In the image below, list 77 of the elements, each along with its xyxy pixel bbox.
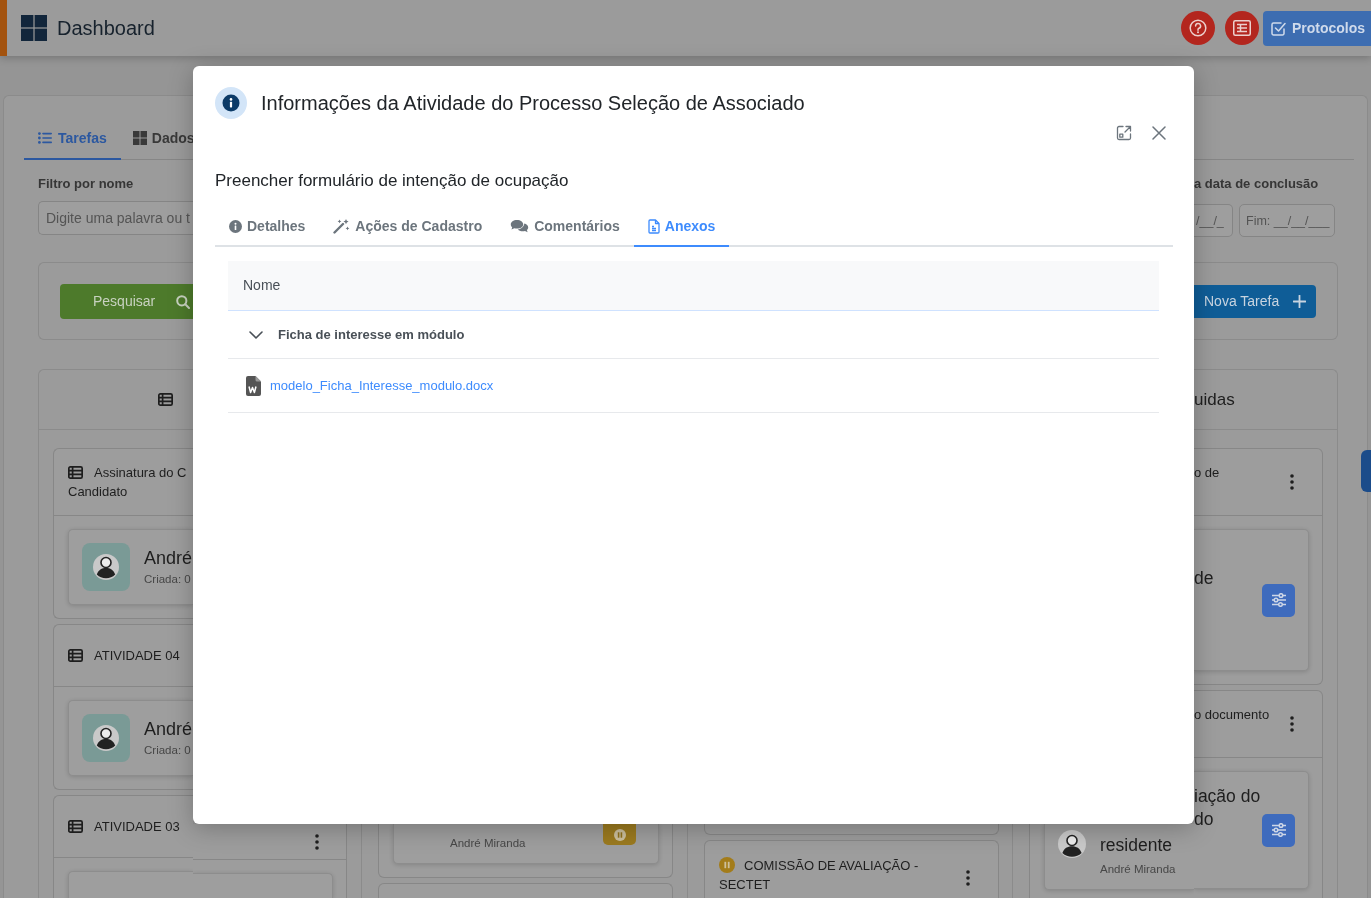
more-icon <box>966 870 970 886</box>
dialog-tab[interactable]: Detalhes <box>215 205 320 247</box>
expand-icon <box>1116 125 1132 141</box>
info-icon <box>229 219 242 233</box>
task-heading: André <box>144 547 193 569</box>
close-button[interactable] <box>1152 126 1166 140</box>
task-detail: Criada: 0 <box>144 743 192 758</box>
task-detail: André Miranda <box>450 836 526 851</box>
settings-button[interactable] <box>1262 813 1295 847</box>
page-tab[interactable]: Tarefas <box>24 118 121 160</box>
brand-strip <box>0 0 7 56</box>
card-title: o de <box>1194 464 1221 482</box>
column-header: Nome <box>243 276 281 295</box>
word-file-icon <box>246 375 261 396</box>
task-detail: André Miranda <box>1100 862 1176 877</box>
card-title: COMISSÃO DE AVALIAÇÃO - SECTET <box>719 858 919 892</box>
side-panel-tab[interactable] <box>1361 450 1371 492</box>
avatar-icon <box>82 543 130 591</box>
checkbox-icon <box>1270 20 1286 36</box>
comments-icon <box>510 219 530 233</box>
card-title: ATIVIDADE 03 <box>94 819 180 834</box>
more-icon <box>315 833 319 850</box>
table-icon <box>1232 20 1251 36</box>
plus-icon <box>1293 295 1307 308</box>
group-name: Ficha de interesse em módulo <box>278 325 465 344</box>
task-heading: de <box>1194 567 1215 590</box>
settings-button[interactable] <box>1262 583 1295 617</box>
task-heading: André <box>144 718 193 740</box>
dialog-tab[interactable]: Anexos <box>633 205 730 247</box>
avatar-icon <box>1058 830 1086 858</box>
pause-icon <box>613 828 626 841</box>
card-title: ATIVIDADE 04 <box>94 648 180 663</box>
start-date-field[interactable]: /__/_ <box>1194 204 1233 237</box>
file-icon <box>647 218 660 234</box>
grid-logo-icon <box>21 15 47 41</box>
search-icon <box>176 294 191 309</box>
task-heading: do <box>1194 808 1215 831</box>
help-button[interactable] <box>1180 11 1215 45</box>
help-icon <box>1188 19 1207 37</box>
close-icon <box>1152 126 1166 140</box>
table-icon <box>68 649 83 662</box>
filter-label: Filtro por nome <box>38 176 135 192</box>
card-title: o documento <box>1194 706 1271 724</box>
dialog-tab[interactable]: Ações de Cadastro <box>319 205 497 247</box>
activity-name: Preencher formulário de intenção de ocupação <box>215 170 570 192</box>
task-heading: residente <box>1100 834 1173 856</box>
table-icon <box>68 466 83 479</box>
card-title: Candidato <box>68 484 128 499</box>
column-title: uidas <box>1194 388 1235 411</box>
end-date-field[interactable]: Fim: __/__/___ <box>1239 204 1335 237</box>
task-detail: Criada: 0 <box>144 572 192 587</box>
sliders-icon <box>1270 823 1287 837</box>
expand-button[interactable] <box>1116 125 1132 141</box>
avatar-icon <box>82 714 130 762</box>
grid-icon <box>132 131 147 145</box>
task-heading: iação do <box>1194 785 1262 808</box>
page-title: Dashboard <box>57 16 155 40</box>
file-link[interactable]: modelo_Ficha_Interesse_modulo.docx <box>270 375 494 396</box>
table-icon <box>68 820 83 833</box>
table-icon <box>158 393 173 406</box>
filter-label: a data de conclusão <box>1194 176 1320 192</box>
more-icon <box>1290 474 1294 490</box>
more-icon <box>1290 716 1294 732</box>
name-filter-field[interactable]: Digite uma palavra ou t <box>38 201 193 235</box>
info-icon <box>215 87 247 119</box>
card-title: Assinatura do C <box>94 465 187 480</box>
list-icon <box>38 132 52 144</box>
table-view-button[interactable] <box>1224 11 1259 45</box>
new-task-button[interactable]: Nova Tarefa <box>1194 285 1316 318</box>
search-button[interactable]: Pesquisar <box>60 284 193 319</box>
protocols-button[interactable]: Protocolos <box>1262 10 1371 46</box>
dialog-tab[interactable]: Comentários <box>496 205 634 247</box>
pause-button[interactable] <box>603 824 636 845</box>
sliders-icon <box>1270 593 1287 607</box>
dialog-title: Informações da Atividade do Processo Seleção de Associado <box>261 91 805 116</box>
magic-wand-icon <box>333 218 351 234</box>
chevron-down-icon[interactable] <box>249 330 263 339</box>
